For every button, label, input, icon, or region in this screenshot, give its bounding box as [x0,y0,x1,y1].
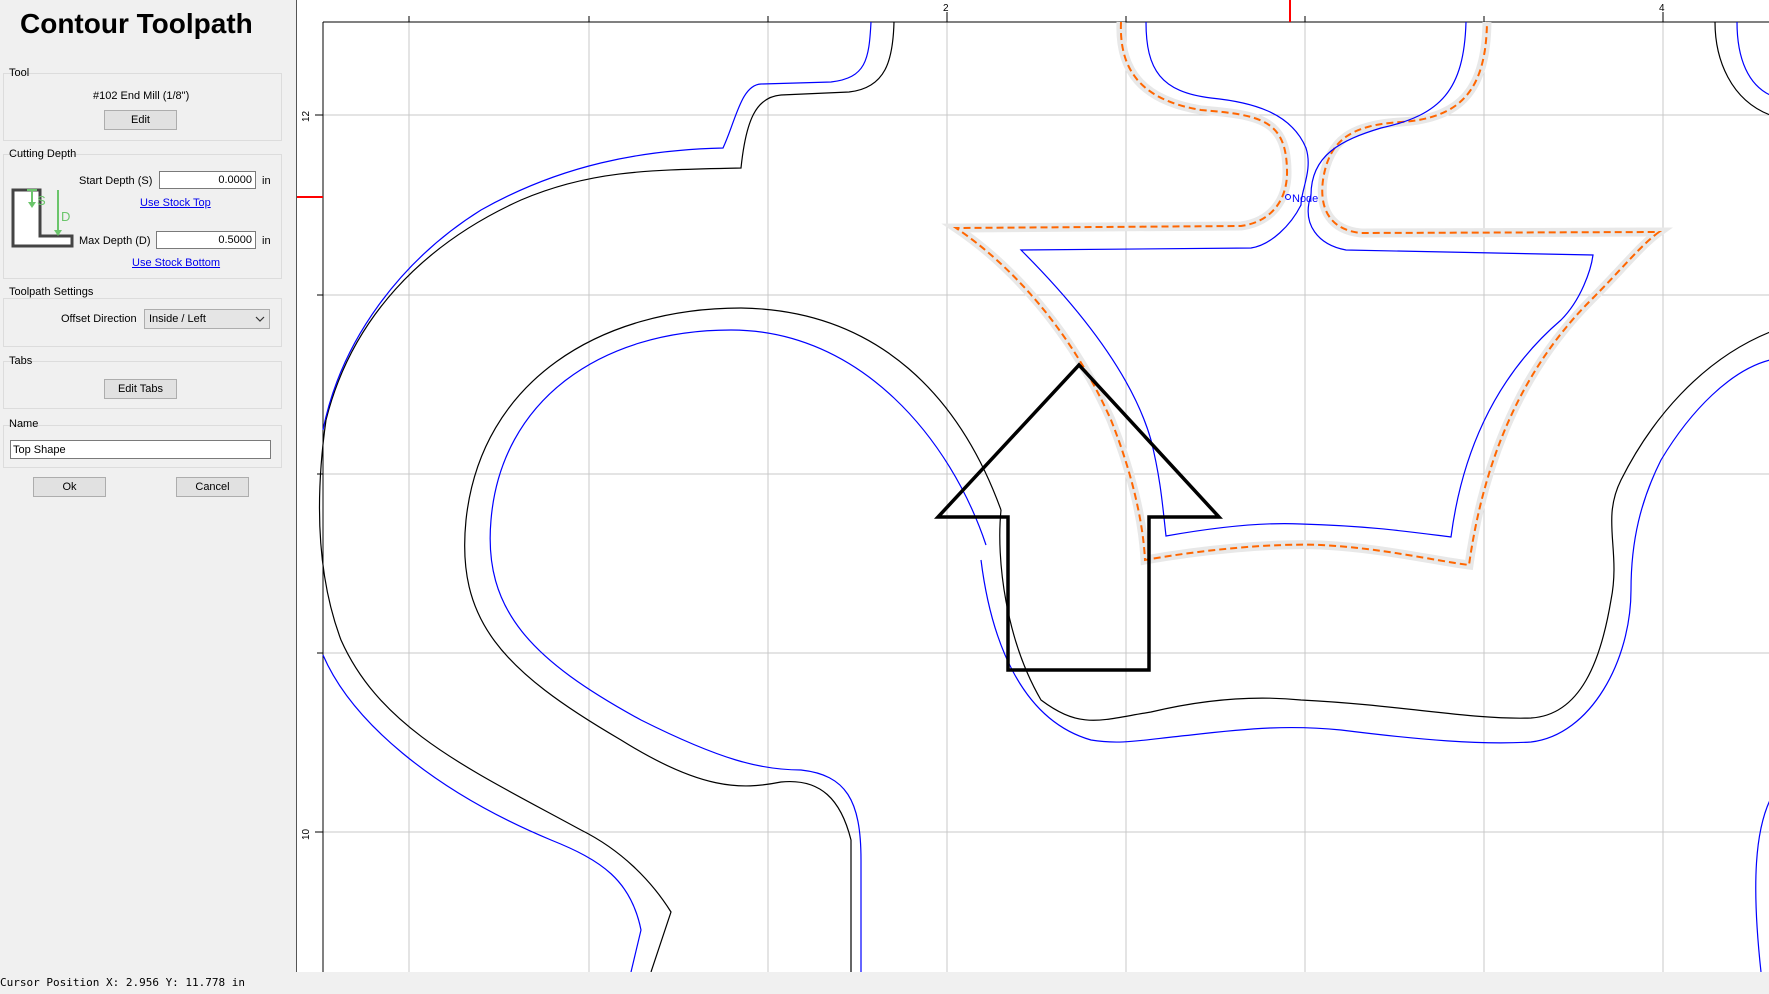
use-stock-bottom-link[interactable]: Use Stock Bottom [132,257,220,269]
toolpath-path [322,654,642,973]
canvas-drawing: 2 4 12 10 Node [297,0,1769,973]
panel-title: Contour Toolpath [20,8,253,39]
ruler-y-label: 12 [301,110,312,122]
offset-direction-value: Inside / Left [149,313,206,325]
offset-direction-select[interactable]: Inside / Left [144,309,270,329]
drawing-canvas[interactable]: 2 4 12 10 Node [296,0,1769,973]
edit-tabs-button[interactable]: Edit Tabs [104,379,177,399]
cancel-button[interactable]: Cancel [176,477,249,497]
grid-lines [323,22,1769,972]
outline-path [464,307,1002,972]
toolpath-path [489,329,987,972]
max-depth-input[interactable] [156,231,256,249]
chevron-down-icon [255,310,265,334]
tool-name: #102 End Mill (1/8") [93,90,190,102]
start-depth-input[interactable] [159,171,256,189]
toolpath-path [1019,21,1594,538]
contour-toolpath-panel: Contour Toolpath Tool #102 End Mill (1/8… [0,0,295,972]
depth-diagram-icon: S D [11,188,74,248]
offset-direction-label: Offset Direction [61,313,137,325]
start-depth-unit: in [262,175,271,187]
direction-arrow-icon [933,362,1223,672]
toolpath-name-input[interactable] [10,440,271,459]
toolpath-path [322,21,872,431]
outline-path [999,331,1769,721]
depth-diagram-d: D [61,209,70,224]
node-label: Node [1292,193,1318,205]
max-depth-unit: in [262,235,271,247]
outline-path [1714,21,1769,116]
max-depth-label: Max Depth (D) [79,235,151,247]
start-depth-label: Start Depth (S) [79,175,153,187]
outline-path [318,419,672,973]
cursor-position-readout: Cursor Position X: 2.956 Y: 11.778 in [0,976,246,989]
outline-path [325,21,895,421]
tool-group-title: Tool [9,67,30,79]
tool-group [3,73,282,141]
depth-diagram-s: S [37,193,46,208]
use-stock-top-link[interactable]: Use Stock Top [140,197,211,209]
ruler-x-label: 2 [943,3,949,14]
toolpath-path [1755,800,1769,973]
cutting-depth-group-title: Cutting Depth [9,148,77,160]
toolpath-path [1736,21,1769,96]
ruler-y-label: 10 [301,828,312,840]
name-group-title: Name [9,418,39,430]
tabs-group-title: Tabs [9,355,33,367]
edit-tool-button[interactable]: Edit [104,110,177,130]
status-bar: Cursor Position X: 2.956 Y: 11.778 in [0,972,1769,991]
ruler-x-label: 4 [1659,3,1665,14]
ok-button[interactable]: Ok [33,477,106,497]
top-ruler: 2 4 [323,0,1769,23]
toolpath-settings-group-title: Toolpath Settings [9,286,94,298]
